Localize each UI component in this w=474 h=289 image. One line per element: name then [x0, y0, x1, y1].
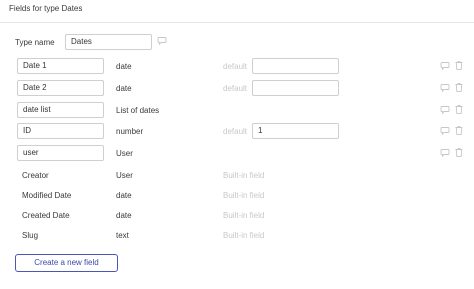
field-type-id: number — [116, 127, 144, 136]
field-type-user: User — [116, 149, 133, 158]
field-name-user[interactable]: user — [17, 145, 104, 161]
builtin-field-name: Slug — [22, 231, 39, 240]
type-name-input[interactable]: Dates — [65, 34, 152, 50]
page-title: Fields for type Dates — [9, 4, 83, 13]
field-type-date-list: List of dates — [116, 106, 160, 115]
default-label-id: default — [223, 127, 248, 136]
field-type-date-1: date — [116, 62, 132, 71]
field-name-date-list[interactable]: date list — [17, 102, 104, 118]
field-type-date-2: date — [116, 84, 132, 93]
builtin-field-note: Built-in field — [223, 191, 265, 200]
trash-icon[interactable] — [455, 83, 463, 92]
trash-icon[interactable] — [455, 61, 463, 70]
builtin-field-note: Built-in field — [223, 231, 265, 240]
builtin-field-type: date — [116, 211, 132, 220]
create-new-field-button[interactable]: Create a new field — [15, 254, 118, 272]
field-name-date-1[interactable]: Date 1 — [17, 58, 104, 74]
builtin-field-note: Built-in field — [223, 171, 265, 180]
default-input-date-2[interactable] — [252, 80, 339, 96]
default-input-date-1[interactable] — [252, 58, 339, 74]
comment-icon[interactable] — [440, 62, 450, 70]
default-label-date-2: default — [223, 84, 248, 93]
builtin-field-name: Creator — [22, 171, 49, 180]
field-name-id[interactable]: ID — [17, 123, 104, 139]
field-name-date-2[interactable]: Date 2 — [17, 80, 104, 96]
comment-icon[interactable] — [440, 106, 450, 114]
comment-icon[interactable] — [440, 149, 450, 157]
comment-icon[interactable] — [440, 84, 450, 92]
builtin-field-type: date — [116, 191, 132, 200]
trash-icon[interactable] — [455, 148, 463, 157]
builtin-field-name: Created Date — [22, 211, 70, 220]
header-bar: Fields for type Dates — [0, 0, 474, 23]
builtin-field-note: Built-in field — [223, 211, 265, 220]
comment-icon[interactable] — [157, 37, 167, 45]
comment-icon[interactable] — [440, 127, 450, 135]
default-label-date-1: default — [223, 62, 248, 71]
builtin-field-type: text — [116, 231, 129, 240]
type-name-label: Type name — [15, 38, 55, 47]
trash-icon[interactable] — [455, 105, 463, 114]
builtin-field-name: Modified Date — [22, 191, 72, 200]
default-input-id[interactable]: 1 — [252, 123, 339, 139]
trash-icon[interactable] — [455, 126, 463, 135]
builtin-field-type: User — [116, 171, 133, 180]
